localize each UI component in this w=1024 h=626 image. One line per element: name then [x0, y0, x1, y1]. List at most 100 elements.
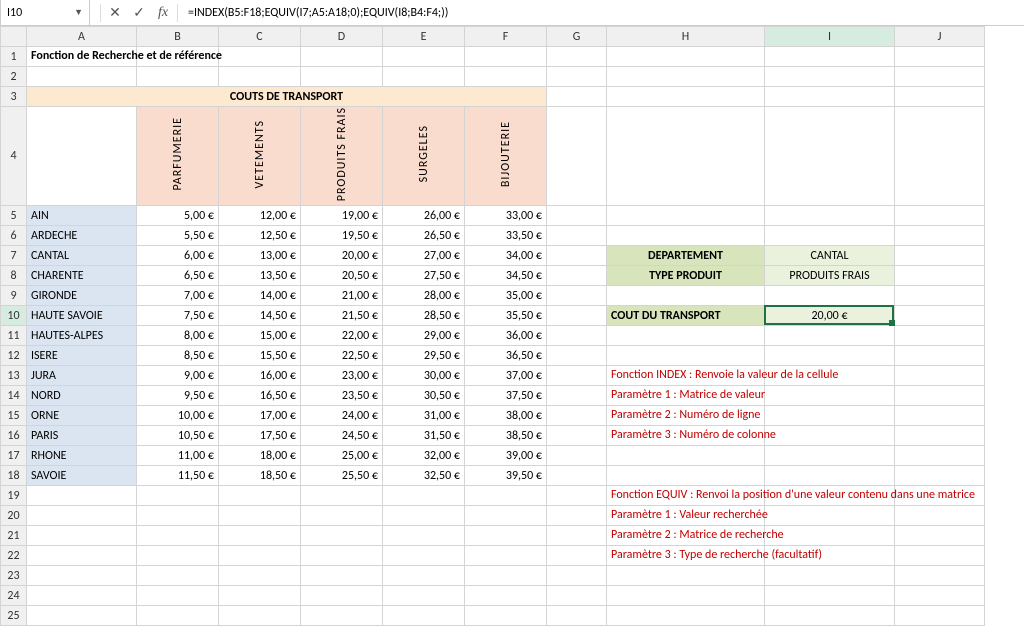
note-cell[interactable]: Fonction INDEX : Renvoie la valeur de la…	[607, 366, 765, 386]
value-cell[interactable]: 31,50 €	[383, 426, 465, 446]
dept-cell[interactable]: ARDECHE	[27, 226, 137, 246]
dept-cell[interactable]: RHONE	[27, 446, 137, 466]
value-cell[interactable]: 31,00 €	[383, 406, 465, 426]
confirm-icon[interactable]: ✓	[127, 4, 151, 21]
dept-cell[interactable]: GIRONDE	[27, 286, 137, 306]
value-cell[interactable]: 38,50 €	[465, 426, 547, 446]
value-cell[interactable]: 9,50 €	[137, 386, 219, 406]
dept-cell[interactable]: CHARENTE	[27, 266, 137, 286]
column-header[interactable]: PARFUMERIE	[137, 107, 219, 206]
value-cell[interactable]: 25,00 €	[301, 446, 383, 466]
column-header-H[interactable]: H	[607, 27, 765, 47]
note-cell[interactable]: Paramètre 1 : Valeur recherchée	[607, 506, 765, 526]
value-cell[interactable]: 15,50 €	[219, 346, 301, 366]
row-header[interactable]: 6	[1, 226, 27, 246]
value-cell[interactable]: 20,50 €	[301, 266, 383, 286]
note-cell[interactable]: Paramètre 2 : Numéro de ligne	[607, 406, 765, 426]
value-cell[interactable]: 29,00 €	[383, 326, 465, 346]
spreadsheet-grid[interactable]: ABCDEFGHIJ 1 Fonction de Recherche et de…	[0, 26, 1024, 626]
note-cell[interactable]: Paramètre 1 : Matrice de valeur	[607, 386, 765, 406]
column-header[interactable]: VETEMENTS	[219, 107, 301, 206]
name-box[interactable]: I10 ▼	[0, 0, 90, 25]
value-cell[interactable]: 12,50 €	[219, 226, 301, 246]
formula-input[interactable]: =INDEX(B5:F18;EQUIV(I7;A5:A18;0);EQUIV(I…	[180, 0, 1024, 25]
value-cell[interactable]: 27,00 €	[383, 246, 465, 266]
value-cell[interactable]: 14,50 €	[219, 306, 301, 326]
value-cell[interactable]: 7,00 €	[137, 286, 219, 306]
fx-icon[interactable]: fx	[151, 5, 175, 21]
row-header[interactable]: 12	[1, 346, 27, 366]
value-cell[interactable]: 6,50 €	[137, 266, 219, 286]
row-header[interactable]: 5	[1, 206, 27, 226]
value-cell[interactable]: 27,50 €	[383, 266, 465, 286]
value-cell[interactable]: 35,50 €	[465, 306, 547, 326]
value-cell[interactable]: 28,00 €	[383, 286, 465, 306]
result-value[interactable]: 20,00 €	[765, 306, 895, 326]
row-header[interactable]: 15	[1, 406, 27, 426]
result-label[interactable]: COUT DU TRANSPORT	[607, 306, 765, 326]
row-header[interactable]: 17	[1, 446, 27, 466]
value-cell[interactable]: 38,00 €	[465, 406, 547, 426]
dept-cell[interactable]: AIN	[27, 206, 137, 226]
row-header[interactable]: 10	[1, 306, 27, 326]
value-cell[interactable]: 14,00 €	[219, 286, 301, 306]
column-header-G[interactable]: G	[547, 27, 607, 47]
value-cell[interactable]: 39,00 €	[465, 446, 547, 466]
value-cell[interactable]: 11,00 €	[137, 446, 219, 466]
row-header[interactable]: 14	[1, 386, 27, 406]
value-cell[interactable]: 15,00 €	[219, 326, 301, 346]
column-header-B[interactable]: B	[137, 27, 219, 47]
value-cell[interactable]: 26,00 €	[383, 206, 465, 226]
column-header-D[interactable]: D	[301, 27, 383, 47]
note-cell[interactable]: Fonction EQUIV : Renvoi la position d'un…	[607, 486, 765, 506]
lookup-prod-value[interactable]: PRODUITS FRAIS	[765, 266, 895, 286]
value-cell[interactable]: 12,00 €	[219, 206, 301, 226]
dept-cell[interactable]: PARIS	[27, 426, 137, 446]
value-cell[interactable]: 17,00 €	[219, 406, 301, 426]
value-cell[interactable]: 30,50 €	[383, 386, 465, 406]
row-header[interactable]: 18	[1, 466, 27, 486]
note-cell[interactable]: Paramètre 3 : Type de recherche (faculta…	[607, 546, 765, 566]
value-cell[interactable]: 33,00 €	[465, 206, 547, 226]
row-header[interactable]: 8	[1, 266, 27, 286]
value-cell[interactable]: 22,50 €	[301, 346, 383, 366]
dept-cell[interactable]: JURA	[27, 366, 137, 386]
row-header[interactable]: 7	[1, 246, 27, 266]
row-header[interactable]: 25	[1, 606, 27, 626]
column-header-C[interactable]: C	[219, 27, 301, 47]
value-cell[interactable]: 16,00 €	[219, 366, 301, 386]
value-cell[interactable]: 6,00 €	[137, 246, 219, 266]
value-cell[interactable]: 7,50 €	[137, 306, 219, 326]
dept-cell[interactable]: ISERE	[27, 346, 137, 366]
value-cell[interactable]: 24,00 €	[301, 406, 383, 426]
column-header[interactable]: BIJOUTERIE	[465, 107, 547, 206]
value-cell[interactable]: 24,50 €	[301, 426, 383, 446]
value-cell[interactable]: 37,50 €	[465, 386, 547, 406]
row-header[interactable]: 21	[1, 526, 27, 546]
value-cell[interactable]: 30,00 €	[383, 366, 465, 386]
value-cell[interactable]: 8,00 €	[137, 326, 219, 346]
row-header[interactable]: 22	[1, 546, 27, 566]
value-cell[interactable]: 19,00 €	[301, 206, 383, 226]
column-header[interactable]: PRODUITS FRAIS	[301, 107, 383, 206]
value-cell[interactable]: 34,00 €	[465, 246, 547, 266]
value-cell[interactable]: 8,50 €	[137, 346, 219, 366]
value-cell[interactable]: 23,50 €	[301, 386, 383, 406]
column-header-I[interactable]: I	[765, 27, 895, 47]
row-header[interactable]: 19	[1, 486, 27, 506]
value-cell[interactable]: 20,00 €	[301, 246, 383, 266]
value-cell[interactable]: 5,00 €	[137, 206, 219, 226]
value-cell[interactable]: 34,50 €	[465, 266, 547, 286]
note-cell[interactable]: Paramètre 3 : Numéro de colonne	[607, 426, 765, 446]
value-cell[interactable]: 18,00 €	[219, 446, 301, 466]
row-header[interactable]: 1	[1, 47, 27, 67]
column-header[interactable]: SURGELES	[383, 107, 465, 206]
value-cell[interactable]: 35,00 €	[465, 286, 547, 306]
value-cell[interactable]: 10,00 €	[137, 406, 219, 426]
row-header[interactable]: 24	[1, 586, 27, 606]
row-header[interactable]: 4	[1, 107, 27, 206]
value-cell[interactable]: 18,50 €	[219, 466, 301, 486]
lookup-dept-label[interactable]: DEPARTEMENT	[607, 246, 765, 266]
dept-cell[interactable]: NORD	[27, 386, 137, 406]
value-cell[interactable]: 21,00 €	[301, 286, 383, 306]
